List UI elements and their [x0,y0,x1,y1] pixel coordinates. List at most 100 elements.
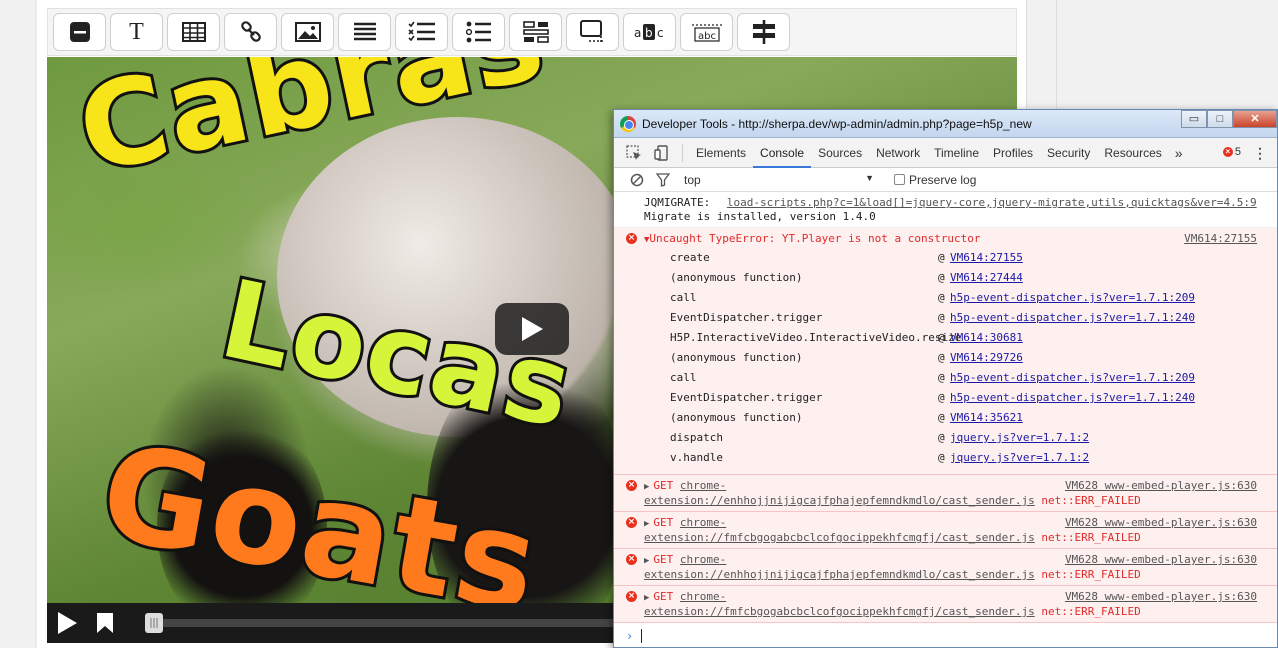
stack-at: @ [938,371,945,384]
stack-function: dispatch [670,431,723,444]
link-button[interactable] [224,13,277,51]
preserve-log-checkbox[interactable]: Preserve log [894,173,976,187]
request-url[interactable]: chrome- [680,479,726,492]
stack-frame: (anonymous function) @ VM614:35621 [644,408,1267,428]
tab-profiles[interactable]: Profiles [986,138,1040,168]
console-error-get: × ▶ GET chrome-extension://fmfcbgogabcbclc… [614,586,1277,623]
single-choice-button[interactable] [395,13,448,51]
inspect-element-button[interactable] [620,138,648,168]
device-mode-button[interactable] [648,138,676,168]
request-url-continued[interactable]: extension://fmfcbgogabcbclcofgocippekhfc… [644,605,1035,618]
request-url[interactable]: chrome- [680,590,726,603]
request-url-continued[interactable]: extension://enhhojjnijigcajfphajepfemndk… [644,494,1035,507]
signpost-icon [752,20,775,44]
tab-resources[interactable]: Resources [1097,138,1168,168]
video-progress-track[interactable] [145,619,645,627]
stack-source-link[interactable]: h5p-event-dispatcher.js?ver=1.7.1:209 [950,368,1195,388]
stack-at: @ [938,431,945,444]
navigation-hotspot-button[interactable] [566,13,619,51]
summary-button[interactable] [737,13,790,51]
error-count-badge[interactable]: × 5 [1222,146,1241,158]
video-play-control[interactable] [47,603,87,643]
youtube-play-button[interactable] [495,303,569,355]
request-url[interactable]: chrome- [680,553,726,566]
typeerror-source-link[interactable]: VM614:27155 [1184,232,1257,246]
play-icon [58,612,77,634]
collapsed-triangle-icon[interactable]: ▶ [644,482,649,492]
request-source-link[interactable]: VM628 www-embed-player.js:630 [1065,590,1257,604]
collapsed-triangle-icon[interactable]: ▶ [644,593,649,603]
stack-source-link[interactable]: h5p-event-dispatcher.js?ver=1.7.1:209 [950,288,1195,308]
interaction-toolbar: T abc abc [47,8,1017,56]
statements-button[interactable] [338,13,391,51]
multiple-choice-button[interactable] [452,13,505,51]
text-button[interactable]: T [110,13,163,51]
execution-context-select[interactable]: top ▼ [684,173,874,187]
console-output[interactable]: JQMIGRATE: load-scripts.php?c=1&load[]=j… [614,192,1277,648]
request-status: net::ERR_FAILED [1041,605,1141,618]
tab-elements[interactable]: Elements [689,138,753,168]
close-button[interactable]: ✕ [1233,110,1277,128]
collapsed-triangle-icon[interactable]: ▶ [644,519,649,529]
svg-text:b: b [645,26,653,40]
tab-security[interactable]: Security [1040,138,1097,168]
bookmarks-control[interactable] [87,603,123,643]
svg-text:abc: abc [698,31,716,42]
stack-source-link[interactable]: VM614:29726 [950,348,1023,368]
tab-timeline[interactable]: Timeline [927,138,986,168]
filter-icon[interactable] [656,172,670,187]
devtools-menu-button[interactable]: ⋮ [1253,145,1267,162]
request-url-continued[interactable]: extension://enhhojjnijigcajfphajepfemndk… [644,568,1035,581]
error-count: 5 [1234,146,1241,158]
label-button[interactable] [53,13,106,51]
fill-blanks-icon: abc [634,24,663,40]
stack-frame: call @ h5p-event-dispatcher.js?ver=1.7.1:2… [644,368,1267,388]
request-source-link[interactable]: VM628 www-embed-player.js:630 [1065,553,1257,567]
jqmigrate-source-link[interactable]: load-scripts.php?c=1&load[]=jquery-core,… [727,196,1257,209]
drag-text-button[interactable]: abc [680,13,733,51]
stack-frame: call @ h5p-event-dispatcher.js?ver=1.7.1:2… [644,288,1267,308]
stack-frame: dispatch @ jquery.js?ver=1.7.1:2 [644,428,1267,448]
request-status: net::ERR_FAILED [1041,494,1141,507]
stack-source-link[interactable]: h5p-event-dispatcher.js?ver=1.7.1:240 [950,388,1195,408]
stack-source-link[interactable]: VM614:35621 [950,408,1023,428]
error-icon: × [626,233,637,244]
clear-console-icon[interactable] [630,173,644,187]
request-url[interactable]: chrome- [680,516,726,529]
request-method: GET [653,553,674,566]
stack-source-link[interactable]: jquery.js?ver=1.7.1:2 [950,448,1089,468]
error-icon: × [626,591,637,602]
error-icon: × [1222,147,1233,157]
collapsed-triangle-icon[interactable]: ▶ [644,556,649,566]
chrome-icon [620,115,636,132]
stack-source-link[interactable]: VM614:27155 [950,248,1023,268]
stack-source-link[interactable]: h5p-event-dispatcher.js?ver=1.7.1:240 [950,308,1195,328]
error-icon: × [626,480,637,491]
devtools-titlebar[interactable]: Developer Tools - http://sherpa.dev/wp-a… [614,110,1277,138]
tab-network[interactable]: Network [869,138,927,168]
request-source-link[interactable]: VM628 www-embed-player.js:630 [1065,516,1257,530]
video-progress-handle[interactable] [145,613,163,633]
play-icon [522,317,543,341]
request-url-continued[interactable]: extension://fmfcbgogabcbclcofgocippekhfc… [644,531,1035,544]
more-tabs-button[interactable]: » [1169,145,1189,161]
dropdown-arrow-icon: ▼ [865,172,874,183]
stack-frame: (anonymous function) @ VM614:29726 [644,348,1267,368]
tab-console[interactable]: Console [753,138,812,168]
image-icon [294,22,321,42]
fill-in-blanks-button[interactable]: abc [623,13,676,51]
tab-sources[interactable]: Sources [811,138,869,168]
stack-source-link[interactable]: VM614:30681 [950,328,1023,348]
drag-and-drop-button[interactable] [509,13,562,51]
stack-trace: create @ VM614:27155 (anonymous function) @ V… [644,248,1267,468]
request-source-link[interactable]: VM628 www-embed-player.js:630 [1065,479,1257,493]
stack-source-link[interactable]: jquery.js?ver=1.7.1:2 [950,428,1089,448]
stack-source-link[interactable]: VM614:27444 [950,268,1023,288]
jqmigrate-message: Migrate is installed, version 1.4.0 [644,210,876,223]
table-button[interactable] [167,13,220,51]
console-prompt[interactable]: › [614,623,1277,648]
text-caret [641,629,643,643]
minimize-button[interactable]: ▭ [1181,110,1207,128]
maximize-button[interactable]: □ [1207,110,1233,128]
image-button[interactable] [281,13,334,51]
